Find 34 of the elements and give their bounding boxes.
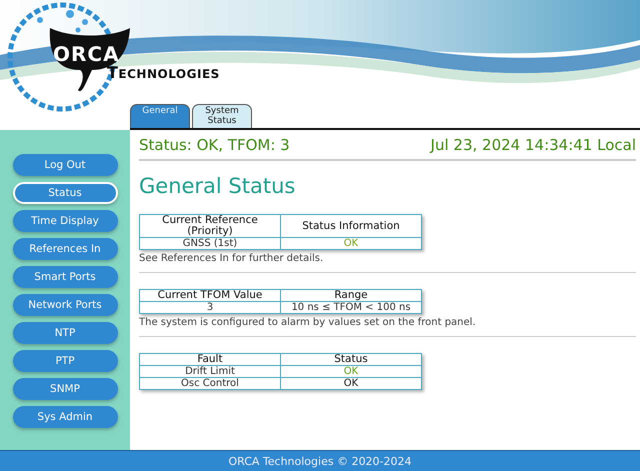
nav-button[interactable]: Time Display [12,210,118,232]
note-text: The system is configured to alarm by values set on the front panel. [139,316,477,330]
logo-title: ORCA [53,42,120,66]
nav-button[interactable]: Smart Ports [12,266,118,288]
column-header: Status Information [280,214,422,238]
nav-button[interactable]: PTP [12,350,118,372]
nav-button[interactable]: Sys Admin [12,406,118,428]
note-text: See References In for further details. [139,252,324,266]
column-header: Fault [140,354,280,366]
column-header: Current TFOM Value [140,290,280,302]
table-cell: OK [280,378,422,390]
table-cell: 3 [140,302,280,314]
nav-button[interactable]: References In [12,238,118,260]
tab[interactable]: General [130,104,190,128]
logo-subtitle: TECHNOLOGIES [107,63,220,82]
table-cell: GNSS (1st) [140,238,280,250]
date-time: Jul 23, 2024 14:34:41 Local [430,135,636,156]
nav-button[interactable]: Log Out [12,154,118,176]
nav-button[interactable]: Network Ports [12,294,118,316]
status-summary: Status: OK, TFOM: 3 [139,135,290,156]
table-cell: OK [280,366,422,378]
footer: ORCA Technologies © 2020-2024 [0,450,640,471]
nav-button[interactable]: NTP [12,322,118,344]
table-cell: OK [280,238,422,250]
nav-button[interactable]: SNMP [12,378,118,400]
column-header: Status [280,354,422,366]
table-cell: 10 ns ≤ TFOM < 100 ns [280,302,422,314]
column-header: Range [280,290,422,302]
page-heading: General Status [139,172,296,200]
table-cell: Osc Control [140,378,280,390]
column-header: Current Reference (Priority) [140,214,280,238]
tab[interactable]: System Status [192,104,252,128]
table-cell: Drift Limit [140,366,280,378]
nav-button[interactable]: Status [12,182,118,204]
